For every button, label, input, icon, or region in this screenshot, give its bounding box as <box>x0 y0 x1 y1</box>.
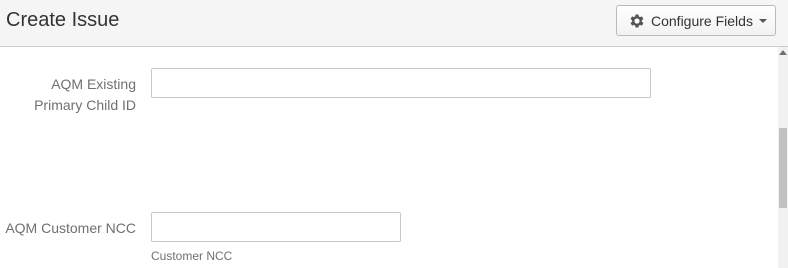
scroll-up-arrow-icon[interactable] <box>779 50 787 55</box>
scrollbar-thumb[interactable] <box>779 128 787 208</box>
configure-fields-button[interactable]: Configure Fields <box>616 5 776 36</box>
field-help-customer-ncc: Customer NCC <box>151 249 233 263</box>
gear-icon <box>628 12 646 30</box>
field-label-aqm-existing-primary-child-id: AQM Existing Primary Child ID <box>34 76 136 113</box>
caret-down-icon <box>758 18 767 23</box>
aqm-customer-ncc-input[interactable] <box>151 212 401 242</box>
dialog-title: Create Issue <box>6 9 120 31</box>
aqm-existing-primary-child-id-input[interactable] <box>151 68 651 98</box>
dialog-header: Create Issue Configure Fields <box>0 0 788 47</box>
dialog-content: AQM Existing Primary Child ID AQM Custom… <box>0 47 778 268</box>
configure-fields-label: Configure Fields <box>651 12 753 29</box>
vertical-scrollbar[interactable] <box>778 47 788 268</box>
field-label-aqm-customer-ncc: AQM Customer NCC <box>5 220 136 236</box>
create-issue-dialog: Create Issue Configure Fields AQM Existi… <box>0 0 788 268</box>
